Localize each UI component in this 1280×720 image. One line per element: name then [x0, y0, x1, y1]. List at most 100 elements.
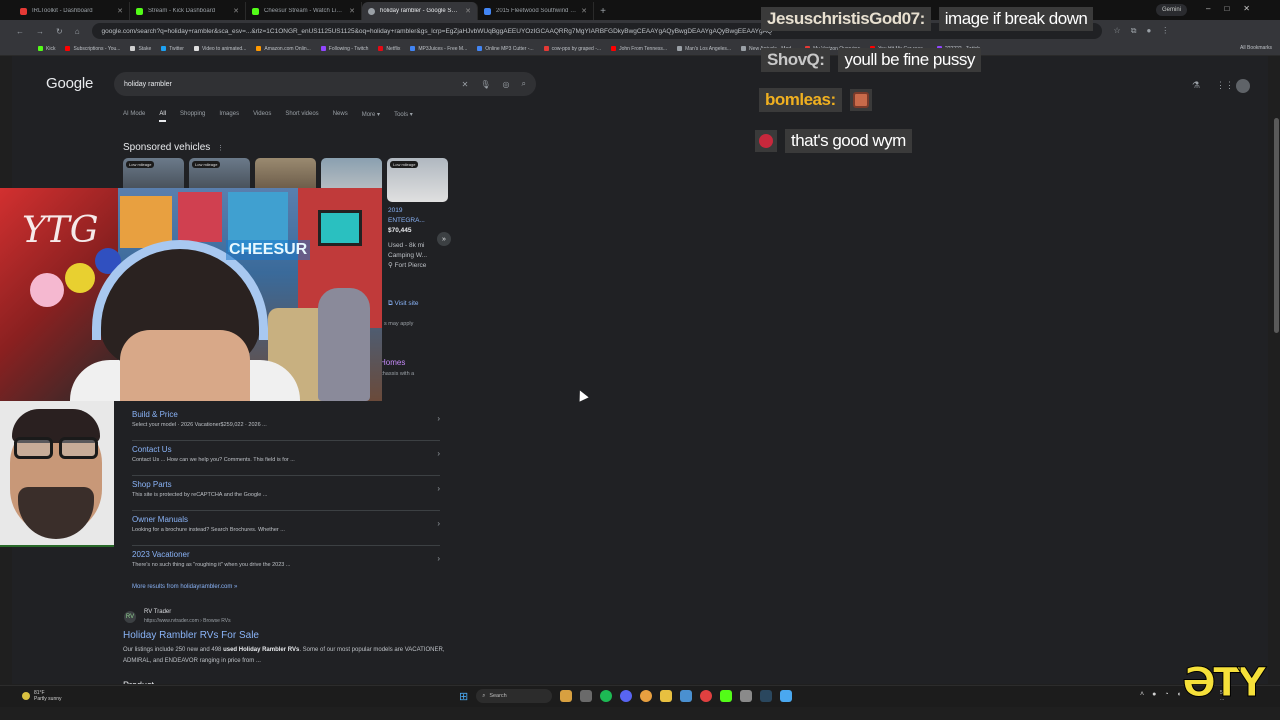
- maximize-button[interactable]: □: [1224, 4, 1229, 13]
- tray-chevron-icon[interactable]: ˄: [1140, 691, 1144, 698]
- search-icon[interactable]: ⌕: [522, 79, 526, 89]
- all-bookmarks-button[interactable]: All Bookmarks: [1240, 45, 1272, 51]
- weather-widget[interactable]: 81°F Partly sunny: [22, 690, 62, 702]
- tray-app-icon[interactable]: ●: [1152, 691, 1156, 698]
- bookmark-item[interactable]: Kick: [38, 46, 55, 52]
- result-title-partial[interactable]: Homes: [380, 358, 405, 367]
- obs-icon[interactable]: [700, 690, 713, 702]
- rv-model: ENTEGRA...: [388, 216, 425, 224]
- close-icon[interactable]: ✕: [581, 7, 587, 15]
- chat-emote-icon: [849, 89, 872, 111]
- bookmark-item[interactable]: Man's Los Angeles...: [677, 46, 731, 52]
- menu-icon[interactable]: ⋮: [1161, 26, 1169, 36]
- app-icon[interactable]: [740, 690, 753, 702]
- new-tab-button[interactable]: +: [594, 2, 612, 20]
- kick-icon[interactable]: [720, 690, 733, 702]
- microphone-icon[interactable]: 🎙: [480, 80, 490, 89]
- tab-news[interactable]: News: [333, 111, 348, 122]
- bookmark-item[interactable]: Online MP3 Cutter -...: [477, 46, 534, 52]
- bookmark-item[interactable]: Following - Twitch: [320, 46, 368, 52]
- taskbar-search[interactable]: ⌕ Search: [476, 689, 553, 703]
- chevron-right-icon: ›: [437, 414, 440, 423]
- network-icon[interactable]: ◔: [1164, 691, 1168, 698]
- tab-short-videos[interactable]: Short videos: [285, 111, 318, 122]
- tab-ai-mode[interactable]: AI Mode: [123, 111, 145, 122]
- windows-start-icon[interactable]: ⊞: [459, 690, 468, 703]
- sitelink-title[interactable]: Shop Parts: [132, 480, 172, 489]
- forward-icon[interactable]: →: [36, 27, 44, 36]
- tab-shopping[interactable]: Shopping: [180, 111, 205, 122]
- info-icon[interactable]: ⋮: [217, 145, 224, 152]
- tab-tools[interactable]: Tools ▾: [394, 111, 413, 122]
- profile-icon[interactable]: ●: [1146, 26, 1151, 36]
- sitelink[interactable]: Contact Us Contact Us ... How can we hel…: [132, 441, 440, 476]
- bookmark-item[interactable]: John From Tenness...: [611, 46, 667, 52]
- gemini-button[interactable]: Gemini: [1156, 4, 1188, 16]
- tab-images[interactable]: Images: [219, 111, 239, 122]
- avatar[interactable]: [1236, 79, 1250, 93]
- close-window-button[interactable]: ✕: [1243, 4, 1250, 13]
- browser-tab[interactable]: IRLToolkit - Dashboard ✕: [14, 2, 130, 20]
- steam-icon[interactable]: [760, 690, 773, 702]
- discord-icon[interactable]: [620, 690, 633, 702]
- close-icon[interactable]: ✕: [465, 7, 471, 15]
- rvtrader-result-title[interactable]: Holiday Rambler RVs For Sale: [123, 630, 259, 641]
- tab-title: Stream - Kick Dashboard: [148, 8, 216, 14]
- apps-grid-icon[interactable]: ⋮⋮: [1216, 80, 1234, 91]
- home-icon[interactable]: ⌂: [75, 27, 80, 36]
- close-icon[interactable]: ✕: [349, 7, 355, 15]
- bookmark-item[interactable]: MP3Juices - Free M...: [410, 46, 467, 52]
- bookmark-item[interactable]: cow-pps by graped -...: [543, 46, 601, 52]
- labs-flask-icon[interactable]: ⚗: [1192, 80, 1200, 91]
- volume-icon[interactable]: ◖: [1177, 691, 1181, 698]
- bookmark-item[interactable]: Twitter: [161, 46, 184, 52]
- sitelink-title[interactable]: Owner Manuals: [132, 515, 188, 524]
- reload-icon[interactable]: ↻: [56, 27, 63, 36]
- tab-all[interactable]: All: [159, 111, 167, 122]
- sitelink[interactable]: Shop Parts This site is protected by reC…: [132, 476, 440, 511]
- browser-tab[interactable]: Stream - Kick Dashboard ✕: [130, 2, 246, 20]
- cam-poster: [178, 192, 222, 242]
- sitelink-title[interactable]: Build & Price: [132, 410, 178, 419]
- tab-more[interactable]: More ▾: [362, 111, 380, 122]
- tab-videos[interactable]: Videos: [253, 111, 271, 122]
- search-input[interactable]: holiday rambler: [124, 81, 450, 88]
- bookmark-item[interactable]: Amazon.com Onlin...: [256, 46, 311, 52]
- sponsored-card[interactable]: Low mileage: [387, 158, 448, 202]
- sitelink[interactable]: Owner Manuals Looking for a brochure ins…: [132, 511, 440, 546]
- browser-tab[interactable]: 2015 Fleetwood Southwind 34 ✕: [478, 2, 594, 20]
- close-icon[interactable]: ✕: [117, 7, 123, 15]
- bookmark-star-icon[interactable]: ☆: [1114, 26, 1121, 36]
- bookmark-item[interactable]: Subscriptions - You...: [65, 46, 120, 52]
- scrollbar[interactable]: [1274, 118, 1279, 333]
- sitelink[interactable]: Build & Price Select your model · 2026 V…: [132, 406, 440, 441]
- file-explorer-icon[interactable]: [660, 690, 673, 702]
- photos-icon[interactable]: [680, 690, 693, 702]
- spotify-icon[interactable]: [600, 690, 613, 702]
- sitelink-title[interactable]: Contact Us: [132, 445, 172, 454]
- sitelink-title[interactable]: 2023 Vacationer: [132, 550, 190, 559]
- bookmark-item[interactable]: Stake: [130, 46, 151, 52]
- browser-tab[interactable]: Cheesur Stream - Watch Live o ✕: [246, 2, 362, 20]
- more-results-link[interactable]: More results from holidayrambler.com »: [132, 584, 237, 590]
- google-favicon: [368, 7, 375, 15]
- widgets-icon[interactable]: [560, 690, 573, 702]
- extensions-icon[interactable]: ⧉: [1131, 26, 1137, 36]
- app-icon[interactable]: [780, 690, 793, 702]
- chrome-icon[interactable]: [640, 690, 653, 702]
- google-logo[interactable]: Google: [46, 75, 93, 92]
- visit-site-link[interactable]: ⧉ Visit site: [388, 300, 419, 308]
- minimize-button[interactable]: –: [1206, 4, 1210, 13]
- rvtrader-favicon: RV: [124, 611, 136, 623]
- close-icon[interactable]: ✕: [233, 7, 239, 15]
- carousel-next-button[interactable]: »: [437, 232, 451, 246]
- lens-icon[interactable]: ◎: [503, 80, 510, 89]
- bookmark-item[interactable]: Netflix: [378, 46, 400, 52]
- bookmark-item[interactable]: Video to animated...: [193, 46, 246, 52]
- back-icon[interactable]: ←: [16, 27, 24, 36]
- task-view-icon[interactable]: [580, 690, 593, 702]
- sitelink[interactable]: 2023 Vacationer There's no such thing as…: [132, 546, 440, 581]
- clear-icon[interactable]: ✕: [462, 80, 469, 89]
- search-box[interactable]: holiday rambler ✕ 🎙 ◎ ⌕: [114, 72, 536, 96]
- browser-tab-active[interactable]: holiday rambler - Google Searc ✕: [362, 2, 478, 20]
